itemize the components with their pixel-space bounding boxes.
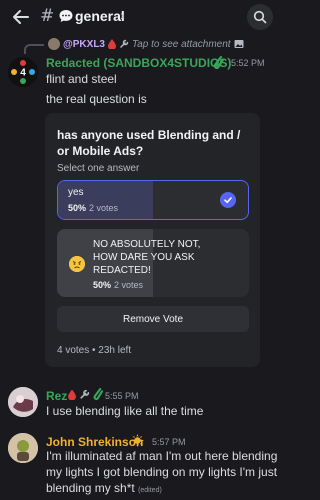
chevron-right-icon[interactable]: › [120, 7, 125, 23]
poll-option-label: yes [68, 187, 84, 198]
message-text: blending my sh*t (edited) [46, 480, 162, 499]
poll-option-percent: 50% [68, 203, 87, 213]
message-timestamp: 5:52 PM [231, 58, 265, 68]
avatar[interactable] [8, 387, 38, 417]
hash-icon: # [40, 6, 55, 26]
image-icon [234, 40, 244, 48]
back-arrow-icon[interactable] [12, 8, 30, 26]
edited-tag: (edited) [138, 487, 162, 494]
avatar-logo-icon: 4 [8, 57, 38, 87]
message-author[interactable]: Redacted (SANDBOX4STUDIOS) [46, 56, 231, 70]
remove-vote-button[interactable]: Remove Vote [57, 306, 249, 332]
avatar[interactable] [8, 433, 38, 463]
poll-option-percent: 50% [93, 280, 112, 290]
blood-drop-icon [107, 39, 116, 49]
poll-option-label: HOW DARE YOU ASK [93, 252, 195, 263]
poll-option-yes[interactable]: yes 50% 2 votes [57, 180, 249, 220]
test-tube-icon [93, 388, 103, 400]
message-timestamp: 5:57 PM [152, 437, 186, 447]
channel-header: # general › [0, 0, 283, 34]
message-author[interactable]: John Shrekinson [46, 435, 143, 449]
poll-question: has anyone used Blending and / or Mobile… [57, 128, 241, 158]
search-icon [253, 10, 267, 24]
avatar[interactable]: 4 [8, 57, 38, 87]
channel-name[interactable]: general [75, 8, 125, 24]
message-author[interactable]: Rez [46, 389, 67, 403]
poll-option-label: NO ABSOLUTELY NOT, [93, 239, 201, 250]
svg-text:4: 4 [20, 68, 26, 79]
message-text: I use blending like all the time [46, 404, 204, 418]
poll-footer: 4 votes • 23h left [57, 345, 132, 356]
poll-option-votes: 2 votes [114, 280, 144, 290]
wrench-icon [80, 389, 90, 399]
message-timestamp: 5:55 PM [105, 391, 139, 401]
message-text: flint and steel [46, 72, 117, 86]
message-text: I'm illuminated af man I'm out here blen… [46, 449, 278, 463]
wrench-icon [120, 39, 129, 48]
avatar-image-icon [8, 433, 38, 463]
speech-bubble-icon [59, 10, 73, 22]
poll-instruction: Select one answer [57, 163, 140, 174]
reply-connector [24, 44, 44, 54]
message-text: the real question is [46, 92, 147, 106]
avatar-image-icon [8, 387, 38, 417]
reply-username: @PKXL3 [63, 38, 105, 50]
reply-preview: Tap to see attachment [131, 38, 231, 50]
reply-reference[interactable]: @PKXL3 Tap to see attachment [48, 38, 244, 50]
message-text-segment: blending my sh*t [46, 481, 135, 495]
search-button[interactable] [247, 4, 273, 30]
angry-face-icon [69, 256, 85, 272]
poll-option-label: REDACTED! [93, 265, 151, 276]
message-text: my lights I got blending on my lights I'… [46, 465, 278, 479]
poll-option-votes: 2 votes [89, 203, 119, 213]
test-tube-icon [213, 56, 224, 69]
checkmark-icon [220, 192, 236, 208]
blood-drop-icon [68, 389, 76, 400]
poll-option-no[interactable]: NO ABSOLUTELY NOT, HOW DARE YOU ASK REDA… [57, 229, 249, 297]
sun-badge-icon [131, 434, 144, 447]
reply-avatar [48, 38, 60, 50]
poll-card: has anyone used Blending and / or Mobile… [45, 113, 260, 367]
